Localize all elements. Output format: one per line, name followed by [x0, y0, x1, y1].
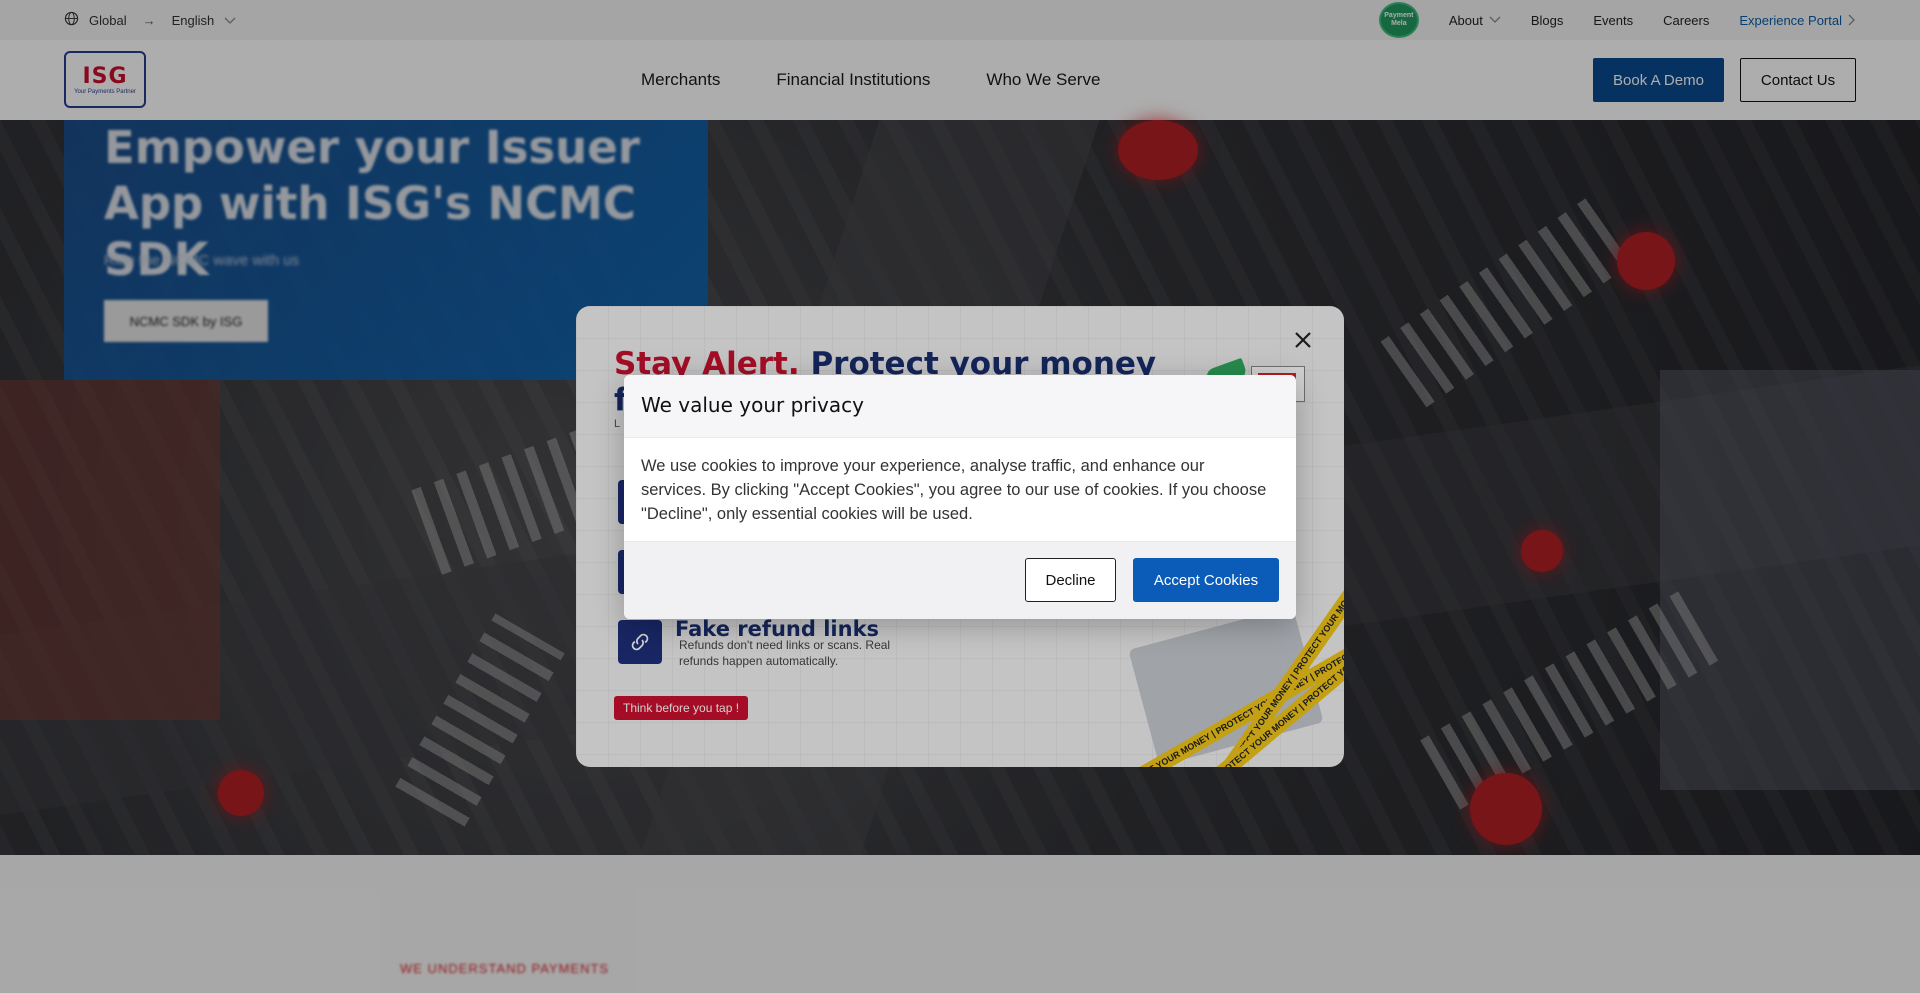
decline-cookies-button[interactable]: Decline	[1025, 558, 1116, 602]
cookie-body: We use cookies to improve your experienc…	[641, 457, 1267, 523]
cookie-title: We value your privacy	[641, 393, 864, 417]
accept-cookies-button[interactable]: Accept Cookies	[1133, 558, 1279, 602]
cookie-consent-dialog: We value your privacy We use cookies to …	[624, 375, 1296, 619]
